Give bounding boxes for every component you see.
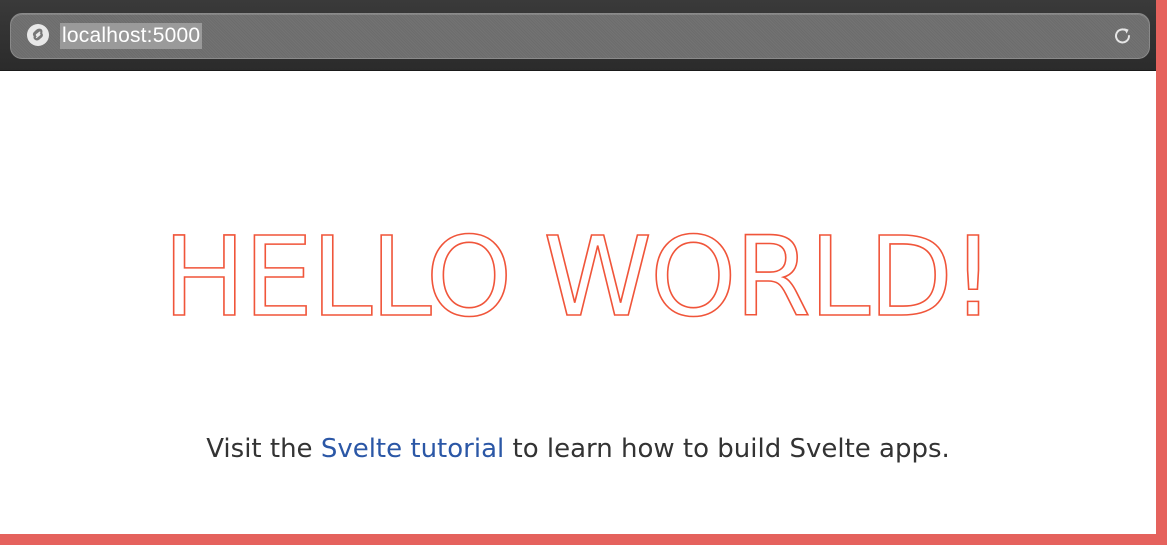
svelte-logo-icon <box>27 24 49 46</box>
browser-window: localhost:5000 Hello world! Visit the Sv… <box>0 0 1156 534</box>
page-content: Hello world! Visit the Svelte tutorial t… <box>0 71 1156 534</box>
hello-heading: Hello world! <box>162 213 996 341</box>
address-url[interactable]: localhost:5000 <box>60 23 203 49</box>
visit-suffix-text: to learn how to build Svelte apps. <box>504 434 950 464</box>
svelte-tutorial-link[interactable]: Svelte tutorial <box>321 434 504 464</box>
reload-icon[interactable] <box>1111 24 1135 48</box>
screenshot-border-bottom <box>0 534 1167 545</box>
browser-toolbar: localhost:5000 <box>0 0 1156 71</box>
address-bar[interactable]: localhost:5000 <box>10 13 1150 59</box>
screenshot-border-right <box>1156 0 1167 545</box>
page-title: Hello world! <box>0 216 1156 338</box>
visit-prefix-text: Visit the <box>206 434 321 464</box>
intro-paragraph: Visit the Svelte tutorial to learn how t… <box>0 432 1156 466</box>
